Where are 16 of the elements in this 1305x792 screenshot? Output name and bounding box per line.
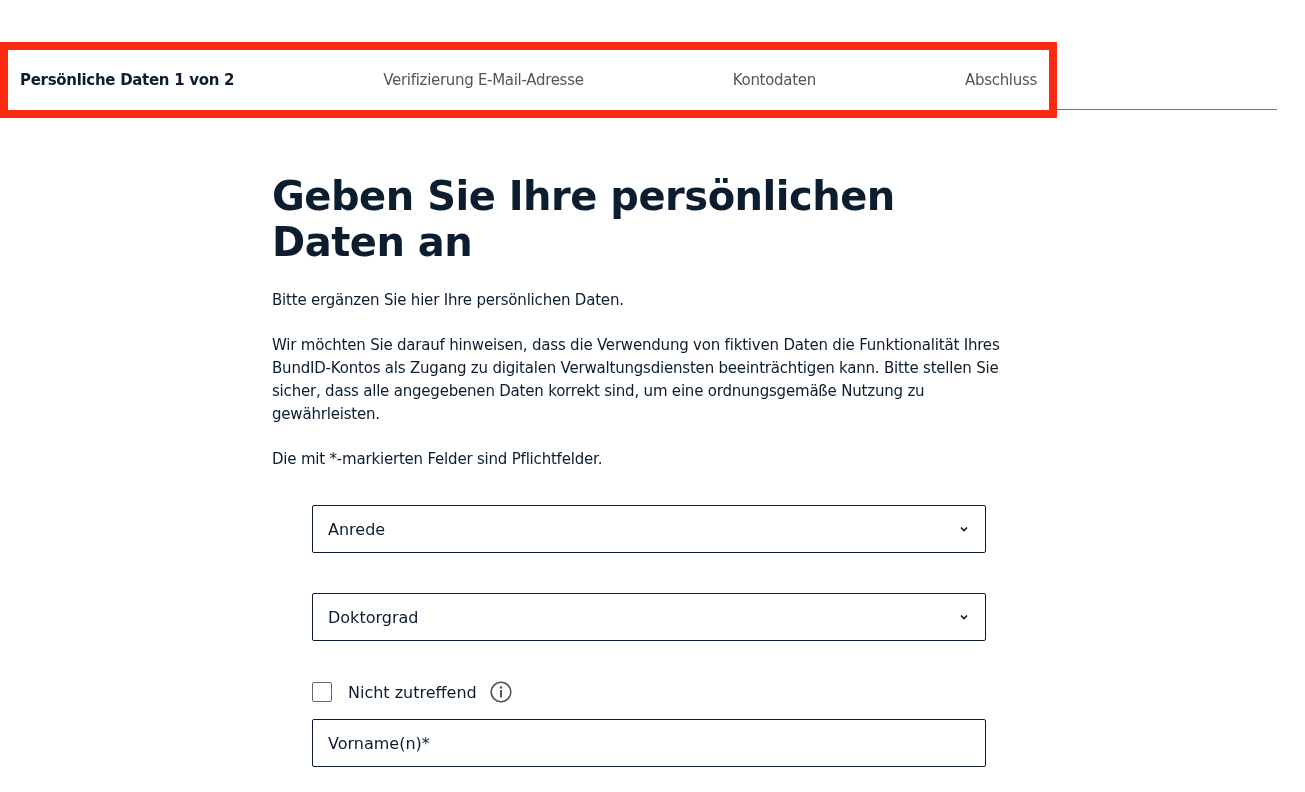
checkbox[interactable]: [312, 682, 332, 702]
paragraph: Die mit *-markierten Felder sind Pflichtfelder.: [272, 449, 604, 470]
input-field[interactable]: Vorname(n)*: [312, 719, 986, 767]
caret-icon: [960, 614, 968, 620]
step-tab[interactable]: Kontodaten: [732, 71, 816, 89]
step-tab[interactable]: Abschluss: [965, 71, 1037, 89]
step-tab[interactable]: Verifizierung E-Mail-Adresse: [383, 71, 584, 89]
paragraph: Bitte ergänzen Sie hier Ihre persönlichen Daten.: [272, 290, 625, 311]
page-heading: Geben Sie Ihre persönlichen Daten an: [272, 173, 896, 265]
step-tab[interactable]: Persönliche Daten 1 von 2: [20, 71, 235, 89]
select-field[interactable]: Doktorgrad: [312, 593, 986, 641]
select-field[interactable]: Anrede: [312, 505, 986, 553]
checkbox-label: Nicht zutreffend: [348, 682, 477, 702]
info-icon[interactable]: [489, 681, 512, 703]
caret-icon: [960, 526, 968, 532]
paragraph: Wir möchten Sie darauf hinweisen, dass die Verwendung von fiktiven Daten die Funktionalität Ihres BundID-Kontos als Zugang zu digitalen Verwaltungsdiensten beeinträchtigen kann. Bitte stellen Sie sicher, dass alle angegebenen Daten korrekt sind, um eine ordnungsgemäße Nutzung zu gewährleisten.: [272, 335, 1001, 425]
